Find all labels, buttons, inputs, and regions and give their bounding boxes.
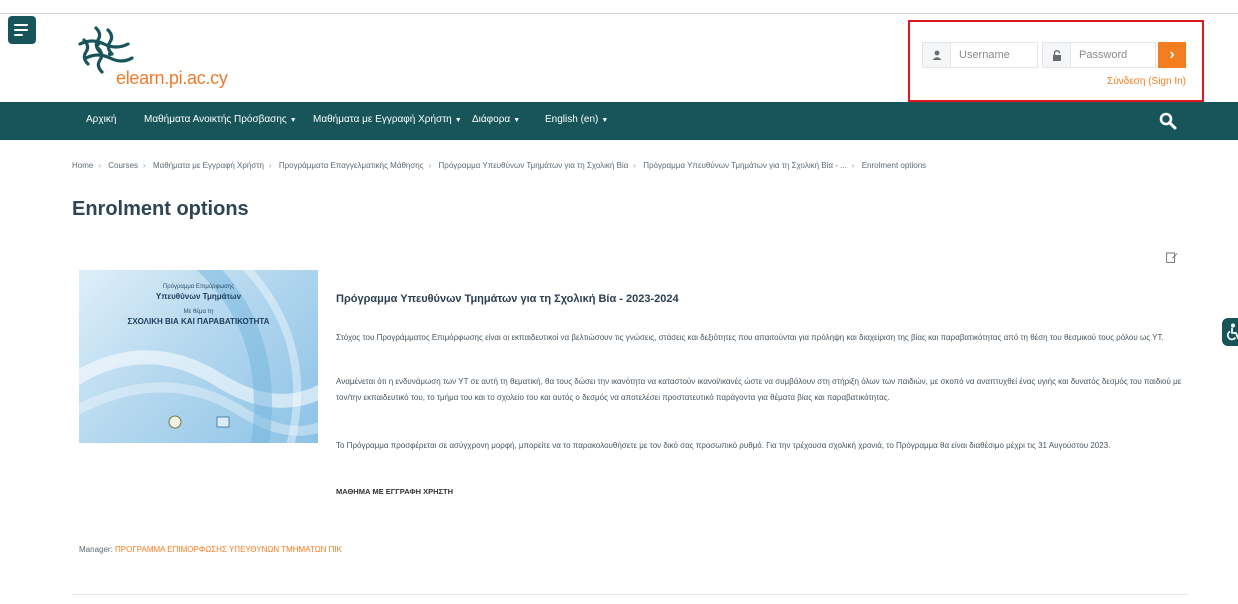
menu-icon-bar <box>14 24 28 26</box>
nav-item-open-courses[interactable]: Μαθήματα Ανοικτής Πρόσβασης ▼ <box>144 114 297 125</box>
main-navbar: Αρχική Μαθήματα Ανοικτής Πρόσβασης ▼ Μαθή… <box>0 102 1238 140</box>
course-description: Αναμένεται ότι η ενδυνάμωση των ΥΤ σε αυ… <box>336 377 1182 402</box>
course-title[interactable]: Πρόγραμμα Υπευθύνων Τμημάτων για τη Σχολ… <box>336 293 679 305</box>
course-category-tag: ΜΑΘΗΜΑ ΜΕ ΕΓΓΡΑΦΗ ΧΡΗΣΤΗ <box>336 487 454 496</box>
chevron-right-icon: › <box>98 161 102 170</box>
course-description: Το Πρόγραμμα προσφέρεται σε ασύγχρονη μο… <box>336 441 1111 450</box>
course-manager: Manager: ΠΡΟΓΡΑΜΜΑ ΕΠΙΜΟΡΦΩΣΗΣ ΥΠΕΥΘΥΝΩΝ… <box>79 545 342 554</box>
site-logo[interactable]: elearn.pi.ac.cy <box>76 24 236 94</box>
breadcrumb-item[interactable]: Πρόγραμμα Υπευθύνων Τμημάτων για τη Σχολ… <box>439 161 629 170</box>
login-submit-button[interactable]: › <box>1158 42 1186 68</box>
breadcrumb-item[interactable]: Πρόγραμμα Υπευθύνων Τμημάτων για τη Σχολ… <box>643 161 847 170</box>
signin-link[interactable]: Σύνδεση (Sign In) <box>1107 76 1186 87</box>
nav-item-language[interactable]: English (en) ▼ <box>545 114 608 125</box>
chevron-right-icon: › <box>428 161 432 170</box>
bottom-divider <box>72 594 1188 595</box>
login-form: › Σύνδεση (Sign In) <box>908 20 1204 102</box>
nav-item-label: Αρχική <box>86 114 117 125</box>
manager-link[interactable]: ΠΡΟΓΡΑΜΜΑ ΕΠΙΜΟΡΦΩΣΗΣ ΥΠΕΥΘΥΝΩΝ ΤΜΗΜΑΤΩΝ… <box>115 545 342 554</box>
edit-icon[interactable] <box>1166 250 1178 263</box>
caret-down-icon: ▼ <box>513 117 521 124</box>
accessibility-button[interactable] <box>1222 318 1238 346</box>
image-text: Υπευθύνων Τμημάτων <box>155 292 242 301</box>
breadcrumb: Home › Courses › Μαθήματα με Εγγραφή Χρήστ… <box>72 161 926 170</box>
nav-item-label: English (en) <box>545 114 599 125</box>
nav-item-label: Μαθήματα Ανοικτής Πρόσβασης <box>144 114 287 125</box>
nav-item-label: Μαθήματα με Εγγραφή Χρήστη <box>313 114 452 125</box>
nav-item-label: Διάφορα <box>472 114 511 125</box>
menu-icon-bar <box>14 29 28 31</box>
breadcrumb-item[interactable]: Μαθήματα με Εγγραφή Χρήστη <box>153 161 264 170</box>
breadcrumb-item[interactable]: Courses <box>108 161 138 170</box>
chevron-right-icon: › <box>143 161 146 170</box>
breadcrumb-item[interactable]: Προγράμματα Επαγγελματικής Μάθησης <box>279 161 424 170</box>
password-field <box>1042 42 1156 68</box>
drawer-toggle-button[interactable] <box>8 16 36 44</box>
nav-item-home[interactable]: Αρχική <box>86 114 116 125</box>
accessibility-icon <box>1227 323 1238 341</box>
caret-down-icon: ▼ <box>454 117 462 124</box>
password-input[interactable] <box>1071 49 1151 61</box>
breadcrumb-item[interactable]: Home <box>72 161 93 170</box>
chevron-right-icon: › <box>268 161 272 170</box>
breadcrumb-current: Enrolment options <box>861 161 927 170</box>
course-description: Στόχος του Προγράμματος Επιμόρφωσης είνα… <box>336 333 1164 342</box>
course-image: Πρόγραμμα Επιμόρφωσης Υπευθύνων Τμημάτων… <box>79 270 318 443</box>
nav-item-enrol-courses[interactable]: Μαθήματα με Εγγραφή Χρήστη ▼ <box>313 114 462 125</box>
search-icon[interactable] <box>1159 112 1177 130</box>
top-divider <box>0 13 1238 14</box>
lock-icon <box>1043 43 1071 67</box>
username-input[interactable] <box>951 49 1031 61</box>
chevron-right-icon: › <box>851 161 855 170</box>
nav-item-misc[interactable]: Διάφορα ▼ <box>472 114 520 125</box>
image-text: Με θέμα τη <box>183 309 214 315</box>
username-field <box>922 42 1038 68</box>
caret-down-icon: ▼ <box>601 117 609 124</box>
caret-down-icon: ▼ <box>289 117 297 124</box>
menu-icon-bar <box>14 34 23 36</box>
chevron-right-icon: › <box>1169 46 1175 63</box>
page-title: Enrolment options <box>72 198 249 220</box>
logo-text: elearn.pi.ac.cy <box>116 68 228 88</box>
manager-label: Manager: <box>79 545 113 554</box>
image-text: ΣΧΟΛΙΚΗ ΒΙΑ ΚΑΙ ΠΑΡΑΒΑΤΙΚΟΤΗΤΑ <box>127 317 270 326</box>
chevron-right-icon: › <box>633 161 636 170</box>
image-text: Πρόγραμμα Επιμόρφωσης <box>162 284 235 290</box>
user-icon <box>923 43 951 67</box>
